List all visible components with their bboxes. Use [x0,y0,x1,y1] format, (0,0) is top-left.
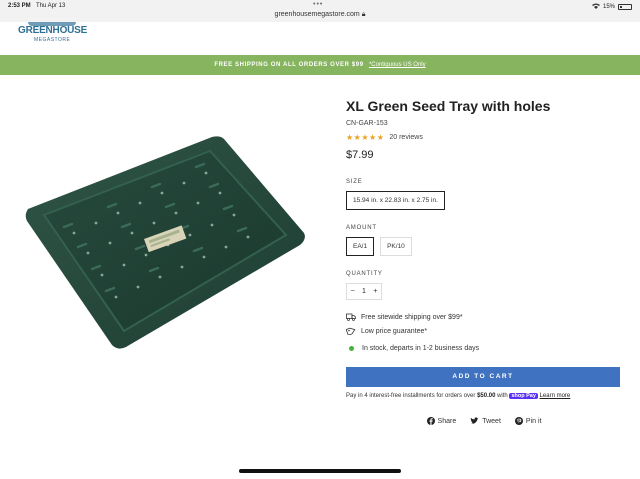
stock-status: In stock, departs in 1-2 business days [346,345,622,352]
amount-label: AMOUNT [346,225,377,231]
star-rating-icon: ★★★★★ [346,133,385,142]
status-indicators: 15% [591,3,632,11]
installments-note: Pay in 4 interest-free installments for … [346,393,622,399]
seed-tray-illustration [25,136,305,349]
url-text: greenhousemegastore.com [274,11,360,18]
tweet-label: Tweet [482,417,501,425]
tag-icon [346,327,356,335]
announcement-link[interactable]: *Contiguous US Only [369,62,426,68]
stock-text: In stock, departs in 1-2 business days [362,345,480,352]
product-rating[interactable]: ★★★★★ 20 reviews [346,133,622,142]
product-title: XL Green Seed Tray with holes [346,98,551,114]
pinterest-icon [514,417,523,425]
amount-options: EA/1 PK/10 [346,237,622,256]
quantity-plus-button[interactable]: + [370,288,381,295]
logo-line1: GREENHOUSE [18,25,88,36]
price-guarantee-text: Low price guarantee* [361,327,428,335]
tab-dots-icon[interactable]: ••• [313,1,323,8]
battery-percent: 15% [602,4,615,10]
amount-option-pk10[interactable]: PK/10 [380,237,412,256]
site-header: GREENHOUSE MEGASTORE [0,22,640,55]
in-stock-dot-icon [349,346,354,351]
amount-option-ea1[interactable]: EA/1 [346,237,375,256]
price-guarantee-feature: Low price guarantee* [346,327,622,335]
quantity-stepper: − 1 + [346,283,382,300]
status-date: Thu Apr 13 [36,3,66,9]
product-price: $7.99 [346,149,374,161]
home-indicator[interactable] [239,469,401,473]
pin-label: Pin it [525,417,542,425]
learn-more-link[interactable]: Learn more [540,393,571,399]
address-bar[interactable]: greenhousemegastore.com 🔒︎ [0,11,640,19]
share-label: Share [437,417,457,425]
twitter-icon [470,417,479,424]
product-image[interactable] [24,135,306,351]
site-logo[interactable]: GREENHOUSE MEGASTORE [18,22,88,46]
installments-with: with [497,393,508,399]
truck-icon [346,313,356,321]
product-info: XL Green Seed Tray with holes CN-GAR-153… [346,98,622,425]
review-count[interactable]: 20 reviews [389,134,422,141]
logo-line2: MEGASTORE [34,37,71,43]
battery-icon [618,4,632,10]
share-row: Share Tweet Pin it [346,417,622,425]
quantity-minus-button[interactable]: − [347,288,358,295]
quantity-label: QUANTITY [346,271,383,277]
shipping-feature: Free sitewide shipping over $99* [346,313,622,321]
announcement-bar: FREE SHIPPING ON ALL ORDERS OVER $99 *Co… [0,55,640,75]
shop-pay-logo: shop Pay [509,393,538,399]
add-to-cart-button[interactable]: ADD TO CART [346,367,620,387]
size-label: SIZE [346,179,363,185]
announcement-text: FREE SHIPPING ON ALL ORDERS OVER $99 [214,62,364,68]
share-pinterest[interactable]: Pin it [514,417,542,425]
share-facebook[interactable]: Share [426,417,457,425]
shipping-feature-text: Free sitewide shipping over $99* [361,313,463,321]
installments-prefix: Pay in 4 interest-free installments for … [346,393,476,399]
installments-amount: $50.00 [477,393,496,399]
facebook-icon [426,417,435,425]
size-options: 15.94 in. x 22.83 in. x 2.75 in. [346,191,622,210]
lock-icon: 🔒︎ [361,11,366,18]
status-time: 2:53 PM [8,3,31,9]
share-twitter[interactable]: Tweet [470,417,501,425]
wifi-icon [591,3,600,11]
size-option[interactable]: 15.94 in. x 22.83 in. x 2.75 in. [346,191,445,210]
status-bar: 2:53 PM Thu Apr 13 ••• greenhousemegasto… [0,0,640,22]
quantity-input[interactable]: 1 [358,288,369,295]
product-sku: CN-GAR-153 [346,120,388,127]
